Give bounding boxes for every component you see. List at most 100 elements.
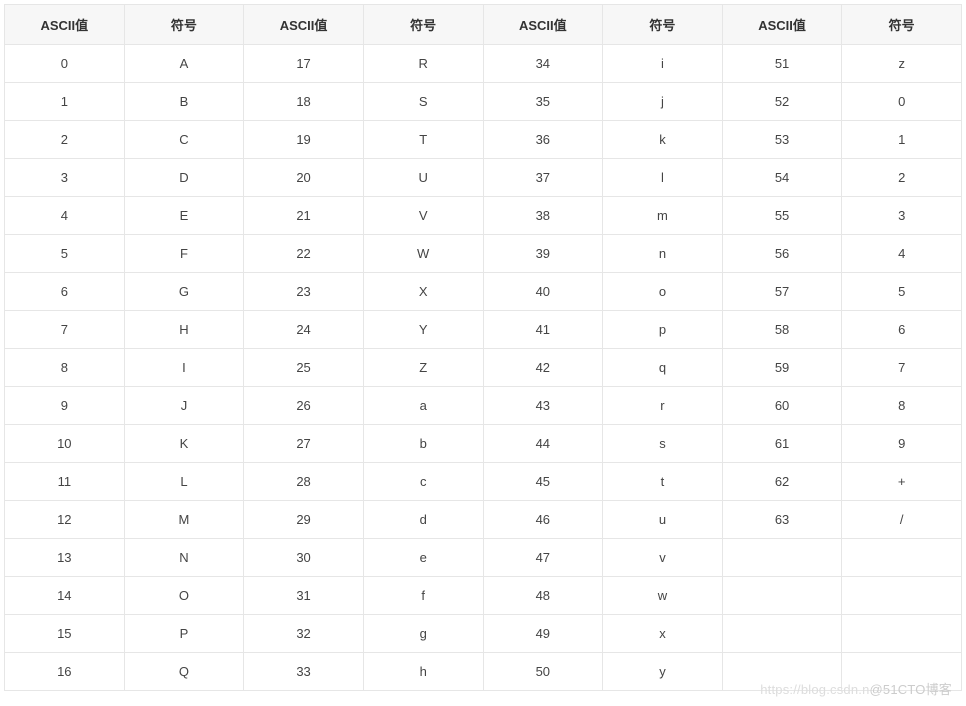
- table-cell: 11: [5, 463, 125, 501]
- table-cell: 35: [483, 83, 603, 121]
- table-cell: 21: [244, 197, 364, 235]
- table-cell: e: [363, 539, 483, 577]
- table-cell: 0: [5, 45, 125, 83]
- table-cell: 56: [722, 235, 842, 273]
- table-cell: 6: [5, 273, 125, 311]
- table-cell: 53: [722, 121, 842, 159]
- table-cell: 7: [842, 349, 962, 387]
- table-cell: 31: [244, 577, 364, 615]
- table-cell: 10: [5, 425, 125, 463]
- table-cell: 16: [5, 653, 125, 691]
- table-cell: /: [842, 501, 962, 539]
- table-cell: R: [363, 45, 483, 83]
- table-body: 0A17R34i51z1B18S35j5202C19T36k5313D20U37…: [5, 45, 962, 691]
- table-cell: 39: [483, 235, 603, 273]
- table-cell: 62: [722, 463, 842, 501]
- table-cell: 25: [244, 349, 364, 387]
- table-cell: 0: [842, 83, 962, 121]
- table-cell: [842, 577, 962, 615]
- table-cell: d: [363, 501, 483, 539]
- table-cell: n: [603, 235, 723, 273]
- table-cell: 42: [483, 349, 603, 387]
- table-cell: 29: [244, 501, 364, 539]
- table-row: 12M29d46u63/: [5, 501, 962, 539]
- table-cell: 26: [244, 387, 364, 425]
- table-cell: c: [363, 463, 483, 501]
- table-cell: 5: [842, 273, 962, 311]
- table-cell: 15: [5, 615, 125, 653]
- table-cell: 13: [5, 539, 125, 577]
- table-cell: h: [363, 653, 483, 691]
- table-row: 7H24Y41p586: [5, 311, 962, 349]
- table-cell: 30: [244, 539, 364, 577]
- table-cell: 2: [5, 121, 125, 159]
- table-cell: 49: [483, 615, 603, 653]
- table-row: 1B18S35j520: [5, 83, 962, 121]
- table-cell: M: [124, 501, 244, 539]
- table-row: 10K27b44s619: [5, 425, 962, 463]
- table-cell: 52: [722, 83, 842, 121]
- table-cell: 45: [483, 463, 603, 501]
- table-cell: V: [363, 197, 483, 235]
- table-cell: L: [124, 463, 244, 501]
- table-cell: A: [124, 45, 244, 83]
- table-cell: 58: [722, 311, 842, 349]
- ascii-table: ASCII值 符号 ASCII值 符号 ASCII值 符号 ASCII值 符号 …: [4, 4, 962, 691]
- table-cell: 4: [842, 235, 962, 273]
- header-symbol-4: 符号: [842, 5, 962, 45]
- table-cell: H: [124, 311, 244, 349]
- table-cell: 27: [244, 425, 364, 463]
- table-row: 14O31f48w: [5, 577, 962, 615]
- table-cell: 44: [483, 425, 603, 463]
- table-cell: 32: [244, 615, 364, 653]
- table-row: 2C19T36k531: [5, 121, 962, 159]
- table-cell: 6: [842, 311, 962, 349]
- table-cell: p: [603, 311, 723, 349]
- table-cell: 3: [5, 159, 125, 197]
- table-row: 5F22W39n564: [5, 235, 962, 273]
- table-cell: Q: [124, 653, 244, 691]
- table-cell: N: [124, 539, 244, 577]
- table-cell: f: [363, 577, 483, 615]
- table-cell: T: [363, 121, 483, 159]
- table-cell: I: [124, 349, 244, 387]
- table-row: 0A17R34i51z: [5, 45, 962, 83]
- table-cell: 47: [483, 539, 603, 577]
- table-cell: 19: [244, 121, 364, 159]
- table-cell: Y: [363, 311, 483, 349]
- header-symbol-3: 符号: [603, 5, 723, 45]
- table-cell: [722, 577, 842, 615]
- table-cell: b: [363, 425, 483, 463]
- table-cell: 28: [244, 463, 364, 501]
- table-cell: 22: [244, 235, 364, 273]
- table-cell: 46: [483, 501, 603, 539]
- header-symbol-2: 符号: [363, 5, 483, 45]
- table-cell: 9: [5, 387, 125, 425]
- header-ascii-1: ASCII值: [5, 5, 125, 45]
- table-row: 6G23X40o575: [5, 273, 962, 311]
- table-cell: 55: [722, 197, 842, 235]
- table-cell: 61: [722, 425, 842, 463]
- table-cell: 4: [5, 197, 125, 235]
- table-cell: P: [124, 615, 244, 653]
- table-cell: 38: [483, 197, 603, 235]
- table-cell: D: [124, 159, 244, 197]
- table-cell: r: [603, 387, 723, 425]
- table-cell: W: [363, 235, 483, 273]
- table-row: 8I25Z42q597: [5, 349, 962, 387]
- table-cell: 37: [483, 159, 603, 197]
- table-cell: K: [124, 425, 244, 463]
- table-row: 16Q33h50y: [5, 653, 962, 691]
- table-row: 4E21V38m553: [5, 197, 962, 235]
- table-cell: 24: [244, 311, 364, 349]
- table-cell: u: [603, 501, 723, 539]
- table-header-row: ASCII值 符号 ASCII值 符号 ASCII值 符号 ASCII值 符号: [5, 5, 962, 45]
- table-cell: 54: [722, 159, 842, 197]
- table-cell: 50: [483, 653, 603, 691]
- table-cell: 5: [5, 235, 125, 273]
- table-cell: v: [603, 539, 723, 577]
- table-cell: i: [603, 45, 723, 83]
- table-cell: 59: [722, 349, 842, 387]
- table-cell: 7: [5, 311, 125, 349]
- table-cell: 18: [244, 83, 364, 121]
